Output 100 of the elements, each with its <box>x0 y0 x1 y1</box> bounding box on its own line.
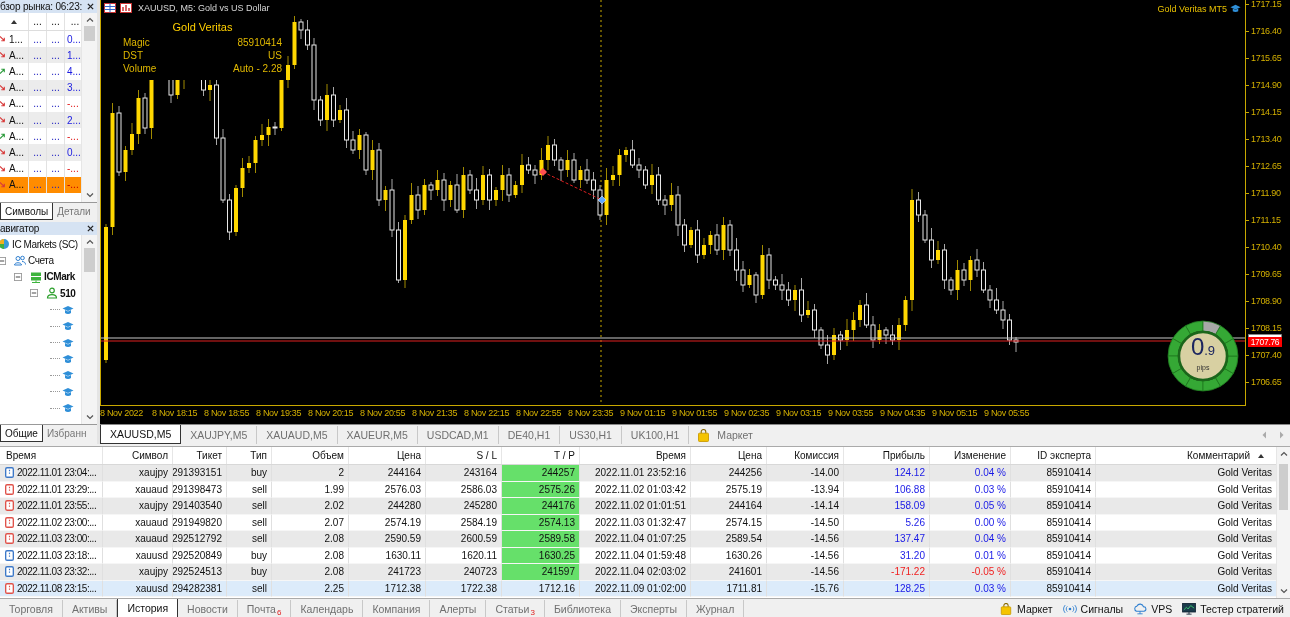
tree-item[interactable]: ICMark <box>44 271 75 283</box>
scroll-up-icon[interactable] <box>85 17 94 22</box>
scroll-down-icon[interactable] <box>85 193 94 198</box>
column-header[interactable]: Время <box>0 447 103 464</box>
toolbox-tab[interactable]: Алерты <box>430 600 487 617</box>
toolbar-link[interactable]: Сигналы <box>1062 599 1124 617</box>
chart-tab[interactable]: DE40,H1 <box>498 426 561 444</box>
toolbox-tab[interactable]: Новости <box>178 600 238 617</box>
panel-tab[interactable]: Детали <box>53 203 95 220</box>
price-axis-label: 1716.40 <box>1251 27 1282 36</box>
table-cell: 1... <box>9 33 23 45</box>
toolbox-tab[interactable]: Компания <box>363 600 431 617</box>
chart-tab[interactable]: XAUJPY,M5 <box>181 426 258 444</box>
link-label: Сигналы <box>1080 602 1124 615</box>
table-cell: A... <box>9 49 24 61</box>
column-header[interactable]: Комиссия <box>767 447 844 464</box>
scroll-down-icon[interactable] <box>1279 589 1288 594</box>
chart-tab[interactable]: USDCAD,M1 <box>417 426 499 444</box>
chart-tab[interactable]: XAUUSD,M5 <box>100 425 182 444</box>
column-header[interactable]: Цена <box>349 447 426 464</box>
table-cell: 2022.11.04 02:03:02 <box>580 564 691 581</box>
toolbar-link[interactable]: VPS <box>1133 599 1173 617</box>
close-icon[interactable] <box>87 3 94 10</box>
chart-tab[interactable]: XAUAUD,M5 <box>257 426 338 444</box>
table-cell: ... <box>47 160 65 177</box>
tree-toggle-icon[interactable] <box>0 256 6 265</box>
table-row[interactable]: 2022.11.01 23:04:... xaujpy 291393151 buy 2 244164 243164 244257 2022.11.01 23:52:16 244256 -14.00 124.12 0.04 % 85910414 Gold Veritas <box>0 465 1276 482</box>
shopping-bag-icon <box>999 602 1013 615</box>
column-header[interactable]: Объем <box>272 447 349 464</box>
scroll-up-icon[interactable] <box>85 239 94 244</box>
table-cell: A... <box>9 98 24 110</box>
column-header[interactable]: ID эксперта <box>1011 447 1096 464</box>
table-cell: 244176 <box>502 498 580 515</box>
tree-item[interactable]: 510 <box>60 287 76 299</box>
chart-tab[interactable]: UK100,H1 <box>621 426 690 444</box>
table-row[interactable]: 2022.11.03 23:00:... xauaud 292512792 sell 2.08 2590.59 2600.59 2589.58 2022.11.04 01:07:25 2589.54 -14.56 137.47 0.04 % 85910414 Gold Veritas <box>0 531 1276 548</box>
scrollbar-thumb[interactable] <box>84 26 95 41</box>
symbol-row[interactable]: 1... ... ... 0... <box>0 31 81 48</box>
table-cell: 2590.59 <box>349 531 426 548</box>
table-cell: 2022.11.01 23:29:... <box>17 483 97 495</box>
column-header[interactable]: Тикет <box>173 447 227 464</box>
bar-chart-icon[interactable] <box>120 3 132 13</box>
table-cell: ... <box>47 176 65 193</box>
symbol-row[interactable]: A... ... ... 1... <box>0 47 81 64</box>
table-cell: 2022.11.01 23:55:... <box>17 500 97 512</box>
symbol-row[interactable]: A... ... ... 0... <box>0 144 81 161</box>
market-tab[interactable]: Маркет <box>689 426 762 444</box>
close-icon[interactable] <box>87 225 94 232</box>
price-axis-label: 1709.65 <box>1251 270 1282 279</box>
column-header[interactable]: S / L <box>426 447 502 464</box>
toolbox-tab[interactable]: Эксперты <box>620 600 687 617</box>
column-header[interactable]: Тип <box>227 447 272 464</box>
table-cell: xauusd <box>103 580 173 597</box>
table-row[interactable]: 2022.11.03 23:32:... xaujpy 292524513 buy 2.08 241723 240723 241597 2022.11.04 02:03:02 241601 -14.56 -171.22 -0.05 % 85910414 Gold Veritas <box>0 564 1276 581</box>
table-cell: 244280 <box>349 498 426 515</box>
tree-toggle-icon[interactable] <box>14 272 22 281</box>
toolbox-tab[interactable]: Календарь <box>291 600 364 617</box>
table-cell: A... <box>9 146 24 158</box>
toolbox-tab[interactable]: Журнал <box>686 600 745 617</box>
symbol-row[interactable]: A... ... ... 4... <box>0 63 81 80</box>
toolbox-tab[interactable]: Библиотека <box>544 600 621 617</box>
column-header[interactable]: ... <box>29 13 47 30</box>
column-header[interactable]: Цена <box>691 447 767 464</box>
scrollbar-thumb[interactable] <box>84 248 95 272</box>
table-cell: 85910414 <box>1011 465 1096 482</box>
table-cell: 1712.38 <box>349 580 426 597</box>
column-header[interactable]: ... <box>47 13 65 30</box>
column-header[interactable]: T / P <box>502 447 580 464</box>
table-cell: -0.05 % <box>930 564 1011 581</box>
info-value: US <box>268 50 282 61</box>
panel-tab[interactable]: Символы <box>0 203 54 220</box>
toolbox-tab[interactable]: Торговля <box>0 600 63 617</box>
link-label: Тестер стратегий <box>1200 602 1284 615</box>
price-axis-label: 1717.15 <box>1251 0 1282 9</box>
chart-tab[interactable]: US30,H1 <box>560 426 622 444</box>
grid-icon[interactable] <box>104 3 116 13</box>
symbol-row[interactable]: A... ... ... -... <box>0 128 81 145</box>
graduation-cap-icon <box>1230 3 1241 14</box>
panel-tab[interactable]: Избранн <box>42 425 91 442</box>
column-header[interactable]: Время <box>580 447 691 464</box>
panel-tab[interactable]: Общие <box>0 425 43 442</box>
vertical-scrollbar[interactable] <box>81 13 97 202</box>
column-header[interactable]: Прибыль <box>844 447 930 464</box>
scroll-down-icon[interactable] <box>85 415 94 420</box>
toolbar-link[interactable]: Тестер стратегий <box>1182 599 1284 617</box>
graduation-cap-icon <box>62 320 74 333</box>
vertical-scrollbar[interactable] <box>81 235 97 424</box>
tree-item[interactable]: IC Markets (SC) <box>12 238 78 250</box>
scrollbar-thumb[interactable] <box>1279 464 1288 510</box>
column-header[interactable]: Символ <box>103 447 173 464</box>
table-cell: 244257 <box>502 465 580 482</box>
vertical-scrollbar[interactable] <box>1276 447 1290 598</box>
tree-toggle-icon[interactable] <box>30 289 38 298</box>
toolbar-link[interactable]: Маркет <box>999 599 1053 617</box>
chart-tab[interactable]: XAUEUR,M5 <box>337 426 418 444</box>
scroll-up-icon[interactable] <box>1279 451 1288 456</box>
table-row[interactable]: 2022.11.01 23:55:... xaujpy 291403540 sell 2.02 244280 245280 244176 2022.11.02 01:01:51 244164 -14.14 158.09 0.05 % 85910414 Gold Veritas <box>0 498 1276 515</box>
tree-item[interactable]: Счета <box>28 255 54 267</box>
column-header[interactable]: Изменение <box>930 447 1011 464</box>
toolbox-tab[interactable]: История <box>117 599 179 617</box>
